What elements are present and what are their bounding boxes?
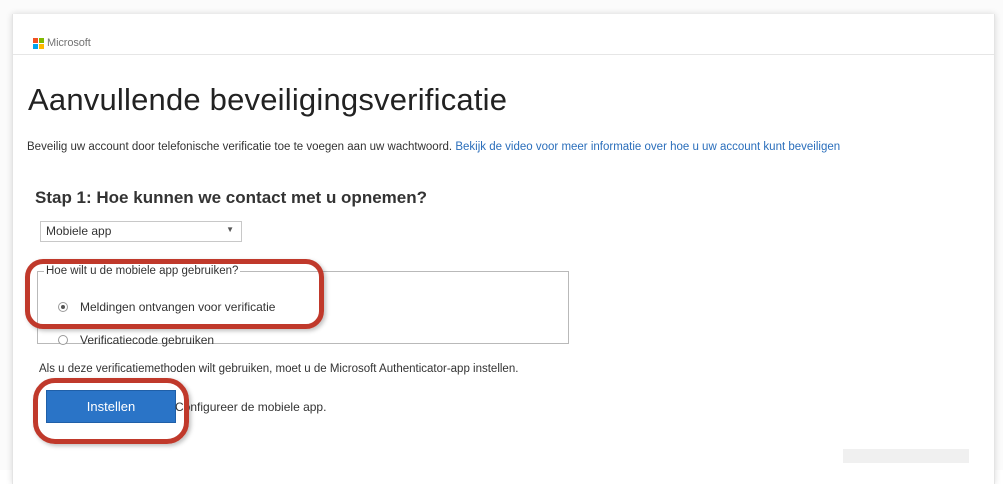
screenshot-frame: Microsoft Aanvullende beveiligingsverifi… — [0, 0, 1003, 484]
contact-method-select[interactable]: Mobiele app ▼ — [40, 221, 242, 242]
option-notifications[interactable]: Meldingen ontvangen voor verificatie — [58, 300, 275, 314]
setup-button[interactable]: Instellen — [46, 390, 176, 423]
intro-text: Beveilig uw account door telefonische ve… — [27, 141, 453, 153]
option-verification-code-label: Verificatiecode gebruiken — [80, 333, 215, 347]
authenticator-note: Als u deze verificatiemethoden wilt gebr… — [39, 363, 519, 375]
radio-notifications[interactable] — [58, 302, 68, 312]
radio-verification-code[interactable] — [58, 335, 68, 345]
bottom-bar-fragment — [843, 449, 969, 463]
option-notifications-label: Meldingen ontvangen voor verificatie — [80, 300, 276, 314]
option-verification-code[interactable]: Verificatiecode gebruiken — [58, 333, 214, 347]
setup-hint: Configureer de mobiele app. — [175, 400, 327, 414]
page-title: Aanvullende beveiligingsverificatie — [28, 82, 508, 117]
chevron-down-icon: ▼ — [226, 225, 234, 234]
step-heading: Stap 1: Hoe kunnen we contact met u opne… — [35, 188, 427, 207]
intro-text-block: Beveilig uw account door telefonische ve… — [27, 141, 840, 153]
microsoft-logo-icon — [33, 37, 44, 49]
video-info-link[interactable]: Bekijk de video voor meer informatie ove… — [455, 141, 840, 153]
top-bar: Microsoft — [13, 14, 994, 55]
mobile-app-usage-group: Hoe wilt u de mobiele app gebruiken? Mel… — [37, 265, 569, 347]
select-value: Mobiele app — [46, 224, 112, 238]
microsoft-logo[interactable]: Microsoft — [33, 36, 91, 50]
logo-text: Microsoft — [47, 37, 91, 49]
group-legend: Hoe wilt u de mobiele app gebruiken? — [46, 265, 239, 277]
